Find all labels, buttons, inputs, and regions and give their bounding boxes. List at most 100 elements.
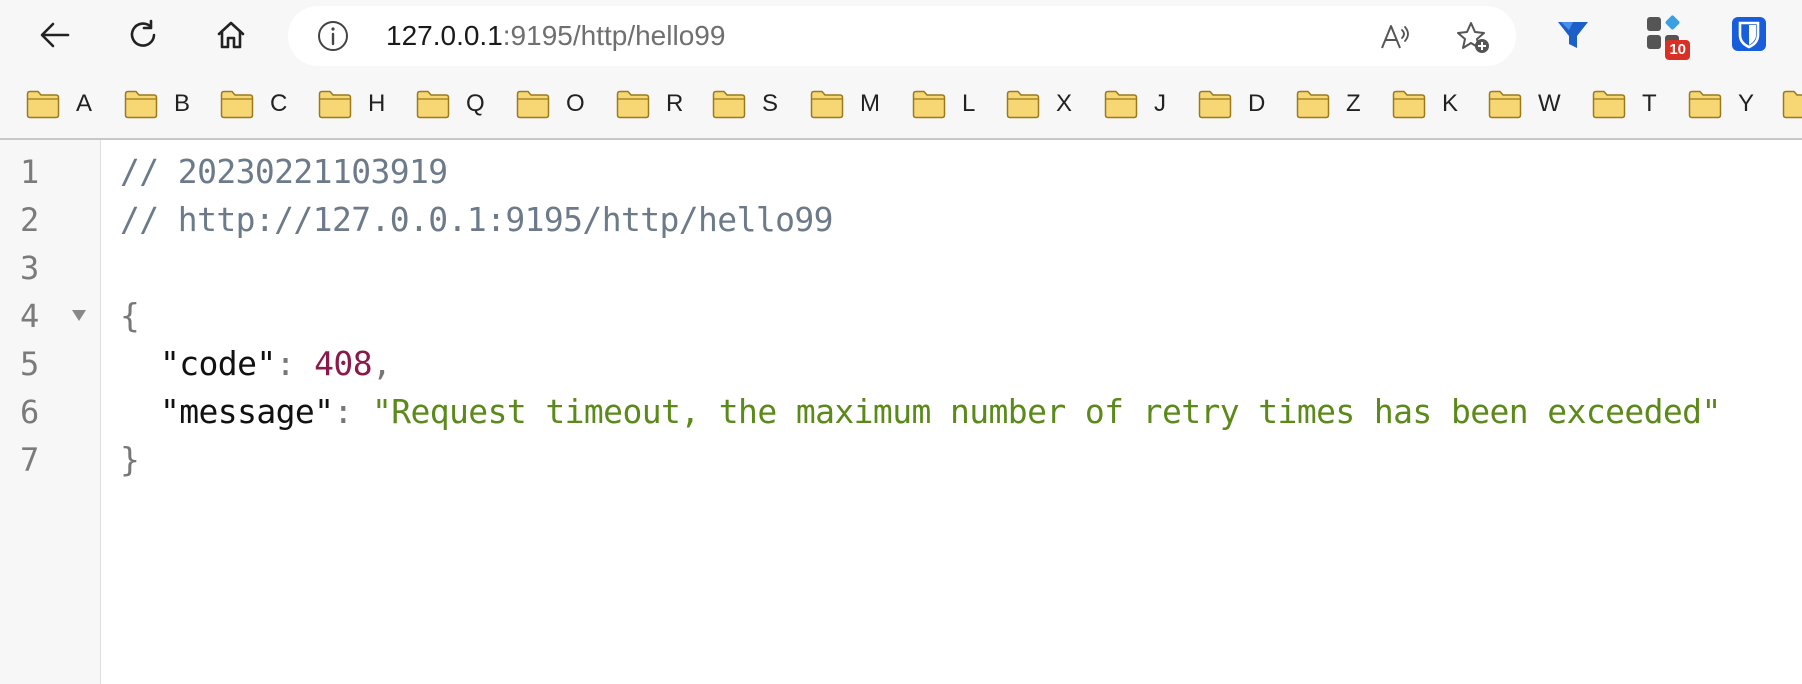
line-number: 2 (20, 201, 40, 239)
back-button[interactable] (32, 12, 78, 58)
folder-icon (912, 90, 946, 119)
folder-icon (1006, 90, 1040, 119)
folder-icon (1104, 90, 1138, 119)
bookmark-folder-z[interactable]: Z (1296, 86, 1361, 122)
back-arrow-icon (40, 22, 70, 48)
bookmark-label: O (566, 90, 585, 117)
bookmark-folder-t[interactable]: T (1592, 86, 1657, 122)
browser-toolbar: 127.0.0.1:9195/http/hello99 10 (0, 0, 1802, 72)
colon: : (275, 344, 315, 383)
json-value-code: 408 (314, 344, 372, 383)
funnel-extension-button[interactable] (1553, 14, 1593, 54)
json-key-message: "message" (160, 392, 334, 431)
bookmark-label: X (1056, 90, 1073, 117)
bookmark-folder-j[interactable]: J (1104, 86, 1166, 122)
folder-icon (516, 90, 550, 119)
folder-icon (1296, 90, 1330, 119)
bookmark-folder-o[interactable]: O (516, 86, 585, 122)
read-aloud-icon[interactable] (1378, 20, 1412, 54)
bitwarden-extension-button[interactable] (1729, 14, 1769, 54)
info-icon[interactable] (316, 19, 350, 53)
bookmark-label: H (368, 90, 386, 117)
code-line: 1 // 20230221103919 (0, 148, 1802, 196)
folder-icon (318, 90, 352, 119)
json-value-message: "Request timeout, the maximum number of … (371, 392, 1721, 431)
url-text[interactable]: 127.0.0.1:9195/http/hello99 (386, 21, 725, 51)
add-favorite-icon[interactable] (1456, 20, 1490, 54)
bookmarks-bar: A B C H Q O R S M L X J D Z K W T Y (0, 72, 1802, 140)
code-line: 6 "message": "Request timeout, the maxim… (0, 388, 1802, 436)
line-number: 5 (20, 345, 40, 383)
code-line: 5 "code": 408, (0, 340, 1802, 388)
close-brace: } (120, 440, 140, 479)
folder-icon (416, 90, 450, 119)
folder-icon (1782, 90, 1802, 119)
comment-timestamp: // 20230221103919 (120, 152, 448, 191)
folder-icon (220, 90, 254, 119)
line-number: 1 (20, 153, 40, 191)
bookmark-label: Z (1346, 90, 1361, 117)
open-brace: { (120, 296, 140, 335)
bookmark-label: A (76, 90, 93, 117)
home-icon (217, 21, 245, 49)
folder-icon (616, 90, 650, 119)
bookmark-folder-r[interactable]: R (616, 86, 683, 122)
json-key-code: "code" (160, 344, 276, 383)
folder-icon (26, 90, 60, 119)
bookmark-label: Y (1738, 90, 1755, 117)
code-entry: "code": 408, (160, 340, 392, 388)
bookmark-label: M (860, 90, 880, 117)
bookmark-folder-l[interactable]: L (912, 86, 975, 122)
folder-icon (712, 90, 746, 119)
bookmark-label: D (1248, 90, 1266, 117)
bookmark-label: J (1154, 90, 1166, 117)
bookmark-folder-h[interactable]: H (318, 86, 385, 122)
bookmark-folder-k[interactable]: K (1392, 86, 1458, 122)
bookmark-folder-a[interactable]: A (26, 86, 92, 122)
bookmark-label: C (270, 90, 288, 117)
bookmark-folder-d[interactable]: D (1198, 86, 1265, 122)
folder-icon (1592, 90, 1626, 119)
funnel-extension-icon (1558, 22, 1588, 48)
address-bar[interactable]: 127.0.0.1:9195/http/hello99 (288, 6, 1516, 66)
bookmark-label: T (1642, 90, 1657, 117)
bookmark-folder-c[interactable]: C (220, 86, 287, 122)
code-line: 3 (0, 244, 1802, 292)
folder-icon (1392, 90, 1426, 119)
folder-icon (124, 90, 158, 119)
bookmark-folder-m[interactable]: M (810, 86, 880, 122)
reload-icon (130, 19, 156, 47)
bookmark-folder-x[interactable]: X (1006, 86, 1072, 122)
extensions-button[interactable]: 10 (1644, 14, 1690, 60)
fold-toggle-icon[interactable] (72, 310, 86, 321)
bookmark-label: K (1442, 90, 1459, 117)
message-entry: "message": "Request timeout, the maximum… (160, 388, 1721, 436)
code-line: 2 // http://127.0.0.1:9195/http/hello99 (0, 196, 1802, 244)
folder-icon (810, 90, 844, 119)
code-line: 4 { (0, 292, 1802, 340)
url-path: :9195/http/hello99 (502, 20, 726, 51)
bookmark-folder-w[interactable]: W (1488, 86, 1561, 122)
line-number: 6 (20, 393, 40, 431)
line-number: 7 (20, 441, 40, 479)
bookmark-label: S (762, 90, 779, 117)
code-line: 7 } (0, 436, 1802, 484)
bookmark-label: W (1538, 90, 1561, 117)
comment-url: // http://127.0.0.1:9195/http/hello99 (120, 200, 834, 239)
folder-icon (1688, 90, 1722, 119)
bookmark-folder-overflow[interactable] (1782, 86, 1802, 122)
bookmark-folder-q[interactable]: Q (416, 86, 485, 122)
comma: , (371, 344, 392, 383)
bookmark-label: L (962, 90, 976, 117)
bookmark-folder-y[interactable]: Y (1688, 86, 1754, 122)
line-number: 4 (20, 297, 40, 335)
home-button[interactable] (208, 12, 254, 58)
colon: : (333, 392, 372, 431)
bookmark-folder-b[interactable]: B (124, 86, 190, 122)
reload-button[interactable] (120, 12, 166, 58)
bookmark-folder-s[interactable]: S (712, 86, 778, 122)
bitwarden-shield-icon (1732, 17, 1766, 51)
bookmark-label: B (174, 90, 191, 117)
bookmark-label: R (666, 90, 684, 117)
folder-icon (1198, 90, 1232, 119)
